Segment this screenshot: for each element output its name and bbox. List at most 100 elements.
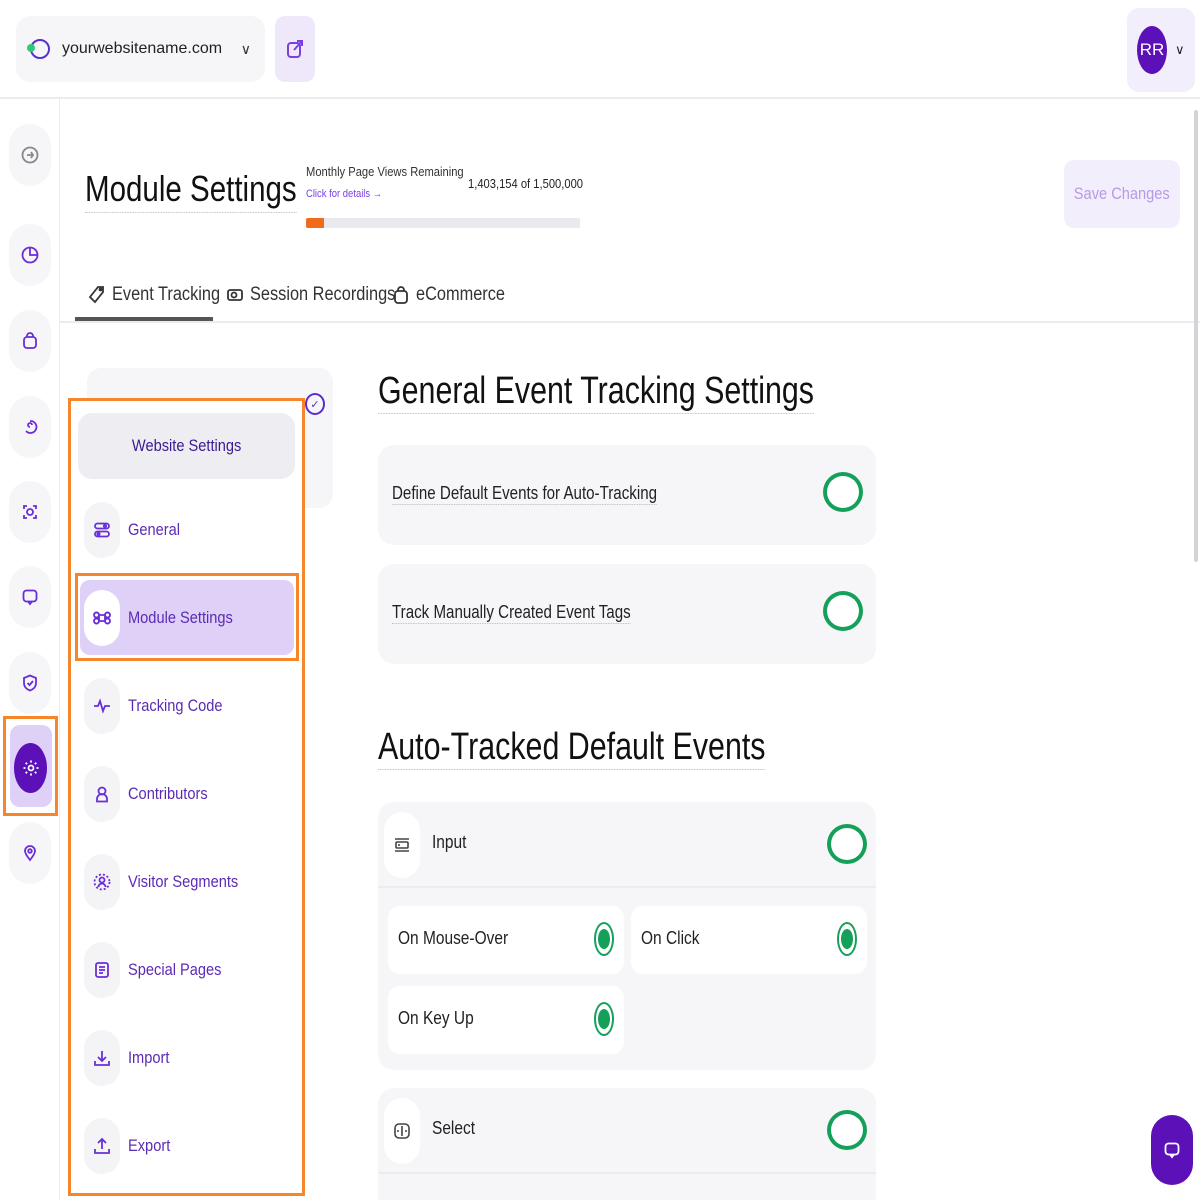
segment-icon — [84, 854, 120, 910]
radio-dot — [598, 1009, 610, 1029]
rail-settings-button[interactable] — [10, 725, 52, 807]
option-on-click[interactable]: On Click — [631, 906, 867, 974]
option-radio[interactable] — [837, 922, 857, 956]
chat-icon — [22, 589, 38, 606]
option-radio[interactable] — [594, 1002, 614, 1036]
website-settings-button[interactable]: Website Settings — [78, 413, 295, 479]
save-changes-label: Save Changes — [1074, 184, 1170, 203]
toggle-knob — [827, 476, 859, 508]
option-label: On Mouse-Over — [398, 928, 509, 948]
event-group-header: Select — [378, 1088, 876, 1174]
auto-tracking-toggle[interactable] — [823, 472, 863, 512]
menu-item-export[interactable]: Export — [84, 1113, 294, 1179]
option-label: On Key Up — [398, 1008, 474, 1028]
save-changes-button[interactable]: Save Changes — [1064, 160, 1180, 228]
tab-label: Event Tracking — [112, 284, 221, 305]
open-website-button[interactable] — [275, 16, 315, 82]
chat-icon — [1164, 1142, 1180, 1159]
event-group-input: Input On Mouse-Over On Click On Key Up — [378, 802, 876, 1070]
avatar: RR — [1137, 26, 1167, 74]
toggles-icon — [84, 502, 120, 558]
page-views-label: Monthly Page Views Remaining — [306, 164, 464, 179]
spiral-icon — [25, 420, 38, 434]
website-settings-label: Website Settings — [131, 436, 242, 455]
page-scrollbar[interactable] — [1194, 110, 1198, 562]
menu-item-label: Module Settings — [128, 608, 233, 627]
event-group-select: Select — [378, 1088, 876, 1200]
setting-card-auto-tracking: Define Default Events for Auto-Tracking — [378, 445, 876, 545]
chevron-down-icon: ∨ — [1175, 42, 1185, 57]
tab-session-recordings[interactable]: Session Recordings — [226, 269, 419, 321]
rail-privacy-button[interactable] — [9, 652, 51, 714]
radio-dot — [598, 929, 610, 949]
shield-icon — [23, 674, 37, 692]
top-bar: yourwebsitename.com ∨ RR ∨ — [0, 0, 1200, 99]
page-title: Module Settings — [85, 168, 297, 213]
menu-item-label: General — [128, 520, 181, 539]
menu-item-import[interactable]: Import — [84, 1025, 294, 1091]
menu-item-tracking-code[interactable]: Tracking Code — [84, 673, 294, 739]
rail-map-button[interactable] — [9, 822, 51, 884]
pages-icon — [84, 942, 120, 998]
event-group-header: Input — [378, 802, 876, 888]
chevron-down-icon: ∨ — [240, 40, 251, 57]
menu-item-general[interactable]: General — [84, 497, 294, 563]
support-chat-button[interactable] — [1151, 1115, 1193, 1185]
command-icon — [84, 590, 120, 646]
camera-icon — [227, 289, 243, 301]
input-events-toggle[interactable] — [827, 824, 867, 864]
menu-item-label: Special Pages — [128, 960, 222, 979]
user-icon — [84, 766, 120, 822]
rail-ecommerce-button[interactable] — [9, 310, 51, 372]
rail-feedback-button[interactable] — [9, 566, 51, 628]
pie-chart-icon — [21, 246, 39, 264]
rail-funnels-button[interactable] — [9, 396, 51, 458]
menu-item-label: Export — [128, 1136, 171, 1155]
event-group-title: Input — [432, 832, 467, 852]
menu-item-label: Import — [128, 1048, 170, 1067]
website-selector[interactable]: yourwebsitename.com ∨ — [16, 16, 265, 82]
menu-item-special-pages[interactable]: Special Pages — [84, 937, 294, 1003]
rail-settings-active — [14, 743, 47, 793]
page-views-details-link[interactable]: Click for details → — [306, 188, 382, 200]
toggle-knob — [831, 828, 863, 860]
auto-tracked-heading: Auto-Tracked Default Events — [378, 726, 766, 770]
general-settings-heading: General Event Tracking Settings — [378, 370, 814, 414]
shopping-bag-icon — [394, 286, 408, 304]
tab-label: eCommerce — [416, 284, 505, 305]
setting-label: Define Default Events for Auto-Tracking — [392, 483, 658, 505]
active-tab-indicator — [75, 317, 213, 321]
rail-recordings-button[interactable] — [9, 481, 51, 543]
input-icon — [384, 812, 420, 878]
menu-item-label: Tracking Code — [128, 696, 223, 715]
menu-item-contributors[interactable]: Contributors — [84, 761, 294, 827]
manual-tags-toggle[interactable] — [823, 591, 863, 631]
user-menu[interactable]: RR ∨ — [1127, 8, 1195, 92]
option-radio[interactable] — [594, 922, 614, 956]
website-name: yourwebsitename.com — [62, 40, 223, 57]
gear-icon — [23, 760, 38, 776]
upload-icon — [84, 1118, 120, 1174]
check-circle-icon: ✓ — [305, 393, 325, 415]
page-views-count: 1,403,154 of 1,500,000 — [468, 176, 584, 191]
page-views-progress — [306, 218, 580, 228]
shopping-bag-icon — [23, 332, 37, 349]
option-on-key-up[interactable]: On Key Up — [388, 986, 624, 1054]
option-on-mouse-over[interactable]: On Mouse-Over — [388, 906, 624, 974]
menu-item-visitor-segments[interactable]: Visitor Segments — [84, 849, 294, 915]
tab-label: Session Recordings — [250, 284, 396, 305]
menu-item-label: Contributors — [128, 784, 208, 803]
map-pin-icon — [24, 845, 36, 862]
select-icon — [384, 1098, 420, 1164]
toggle-knob — [827, 595, 859, 627]
tab-ecommerce[interactable]: eCommerce — [392, 269, 519, 321]
external-link-icon — [287, 40, 303, 58]
rail-dashboard-button[interactable] — [9, 224, 51, 286]
pulse-icon — [84, 678, 120, 734]
rail-logout-button[interactable] — [9, 124, 51, 186]
recording-icon — [23, 505, 37, 519]
tab-event-tracking[interactable]: Event Tracking — [88, 269, 238, 321]
menu-item-module-settings[interactable]: Module Settings — [84, 585, 294, 651]
menu-item-label: Visitor Segments — [128, 872, 239, 891]
select-events-toggle[interactable] — [827, 1110, 867, 1150]
